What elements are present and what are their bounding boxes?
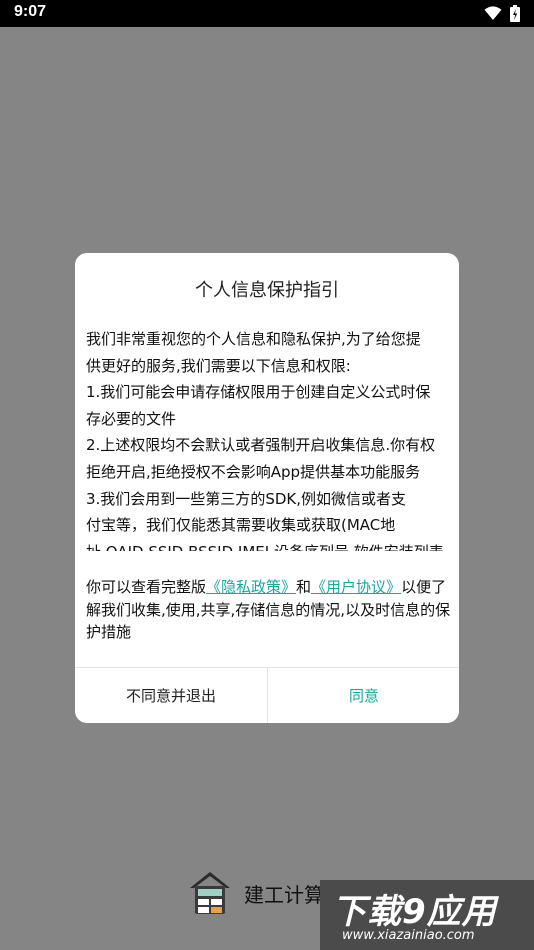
dialog-body: 我们非常重视您的个人信息和隐私保护,为了给您提 供更好的服务,我们需要以下信息和权… <box>86 326 452 551</box>
privacy-dialog: 个人信息保护指引 我们非常重视您的个人信息和隐私保护,为了给您提 供更好的服务,我… <box>75 253 459 723</box>
app-branding: 建工计算 <box>188 870 324 916</box>
wifi-icon <box>484 6 502 20</box>
status-bar: 9:07 <box>0 0 534 27</box>
privacy-policy-link[interactable]: 《隐私政策》 <box>206 578 296 596</box>
agree-button[interactable]: 同意 <box>268 668 459 723</box>
dialog-scroll-content[interactable]: 我们非常重视您的个人信息和隐私保护,为了给您提 供更好的服务,我们需要以下信息和权… <box>86 326 452 551</box>
dialog-body-line: 址,OAID,SSID,BSSID,IMEI,设备序列号,软件安装列表 <box>86 539 452 551</box>
dialog-body-line: 我们非常重视您的个人信息和隐私保护,为了给您提 <box>86 330 421 348</box>
footer-and: 和 <box>296 578 312 596</box>
dialog-title: 个人信息保护指引 <box>195 280 339 301</box>
dialog-body-line: 付宝等，我们仅能悉其需要收集或获取(MAC地 <box>86 516 396 535</box>
watermark-title: 下载9应用 <box>332 892 497 932</box>
dialog-footer-text: 你可以查看完整版《隐私政策》和《用户协议》以便了解我们收集,使用,共享,存储信息… <box>86 576 452 644</box>
status-time: 9:07 <box>14 3 47 20</box>
dialog-body-line: 3.我们会用到一些第三方的SDK,例如微信或者支 <box>86 489 406 508</box>
dialog-body-line: 供更好的服务,我们需要以下信息和权限: <box>86 356 351 375</box>
battery-icon <box>510 5 520 22</box>
dialog-body-line: 存必要的文件 <box>86 409 177 428</box>
watermark: 下载9应用 www.xiazainiao.com <box>320 880 534 950</box>
dialog-body-line: 拒绝开启,拒绝授权不会影响App提供基本功能服务 <box>86 462 421 481</box>
footer-prefix: 你可以查看完整版 <box>86 578 207 596</box>
screen: 9:07 个人信息保护指引 我们非常重视您的个人信息和隐私保护,为了给您提 供更好… <box>0 0 534 950</box>
disagree-exit-button[interactable]: 不同意并退出 <box>75 668 267 723</box>
user-agreement-link[interactable]: 《用户协议》 <box>311 578 401 596</box>
app-name: 建工计算 <box>244 882 324 907</box>
status-icons <box>484 5 520 22</box>
dialog-body-line: 1.我们可能会申请存储权限用于创建自定义公式时保 <box>86 383 431 402</box>
dialog-body-line: 2.上述权限均不会默认或者强制开启收集信息.你有权 <box>86 436 436 455</box>
calculator-house-icon <box>190 872 230 914</box>
watermark-url: www.xiazainiao.com <box>342 928 475 943</box>
